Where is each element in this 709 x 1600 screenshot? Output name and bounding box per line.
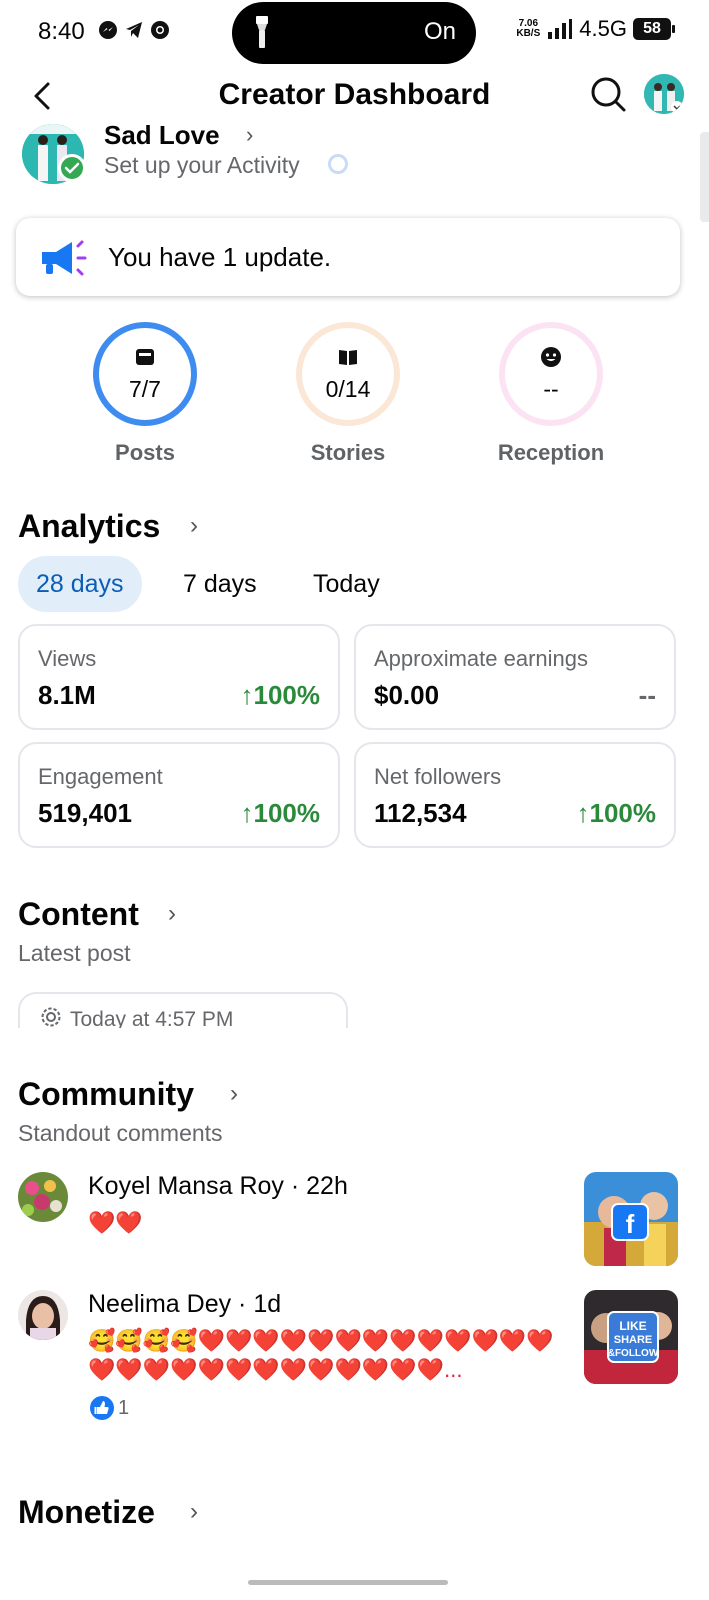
monetize-heading[interactable]: Monetize	[18, 1494, 155, 1531]
status-time: 8:40	[38, 18, 85, 45]
commenter-avatar[interactable]	[18, 1172, 68, 1222]
content-heading[interactable]: Content	[18, 896, 139, 933]
stat-card-net-followers[interactable]: Net followers 112,534 ↑100%	[354, 742, 676, 848]
comment-author[interactable]: Koyel Mansa Roy · 22h	[88, 1172, 348, 1201]
latest-post-card[interactable]: Today at 4:57 PM	[18, 992, 348, 1028]
chevron-right-icon[interactable]: ›	[168, 900, 176, 928]
comment-author[interactable]: Neelima Dey · 1d	[88, 1290, 281, 1319]
stat-change: ↑100%	[240, 680, 321, 710]
activity-progress-icon	[328, 154, 348, 174]
content-subtitle: Latest post	[18, 940, 131, 966]
stat-change: ↑100%	[240, 798, 321, 828]
posts-value: 7/7	[129, 376, 161, 402]
book-icon	[339, 350, 357, 365]
stat-change: ↑100%	[576, 798, 657, 828]
stat-card-earnings[interactable]: Approximate earnings $0.00 --	[354, 624, 676, 730]
stat-value: 8.1M	[38, 680, 96, 710]
stat-value: 519,401	[38, 798, 132, 828]
stories-ring[interactable]: 0/14 Stories	[278, 322, 418, 466]
status-right: 7.06 KB/S 4.5G 58	[515, 16, 675, 42]
posts-ring-circle: 7/7	[93, 322, 197, 426]
home-indicator[interactable]	[248, 1580, 448, 1585]
svg-text:&FOLLOW: &FOLLOW	[608, 1348, 659, 1359]
update-text: You have 1 update.	[108, 242, 332, 272]
comment-text: 🥰🥰🥰🥰❤️❤️❤️❤️❤️❤️❤️❤️❤️❤️❤️❤️❤️❤️❤️❤️❤️❤️…	[88, 1328, 554, 1382]
app-header: Creator Dashboard	[0, 66, 709, 126]
status-bar: 8:40 On 7.06 KB/S 4.5G 58	[0, 0, 709, 66]
chevron-right-icon: ›	[246, 122, 254, 147]
comment-item[interactable]: Neelima Dey · 1d 🥰🥰🥰🥰❤️❤️❤️❤️❤️❤️❤️❤️❤️❤…	[18, 1290, 678, 1430]
post-thumbnail-image: LIKE SHARE &FOLLOW	[584, 1290, 678, 1384]
stat-label: Approximate earnings	[374, 646, 589, 671]
post-thumbnail[interactable]: LIKE SHARE &FOLLOW	[584, 1290, 678, 1384]
stat-change: --	[638, 680, 656, 710]
community-heading[interactable]: Community	[18, 1076, 194, 1113]
svg-text:LIKE: LIKE	[619, 1319, 646, 1333]
telegram-icon	[124, 20, 144, 40]
commenter-avatar-image	[18, 1290, 68, 1340]
reception-ring-circle: --	[499, 322, 603, 426]
analytics-heading[interactable]: Analytics	[18, 508, 160, 545]
commenter-avatar[interactable]	[18, 1290, 68, 1340]
update-banner[interactable]: You have 1 update.	[16, 218, 680, 296]
battery-indicator: 58	[633, 18, 675, 40]
signal-icon	[548, 19, 573, 39]
like-icon	[90, 1396, 114, 1420]
stat-value: $0.00	[374, 680, 440, 710]
flashlight-pill[interactable]: On	[232, 2, 476, 64]
gear-icon	[41, 1007, 61, 1027]
chevron-right-icon[interactable]: ›	[190, 512, 198, 540]
chevron-right-icon[interactable]: ›	[230, 1080, 238, 1108]
stories-ring-circle: 0/14	[296, 322, 400, 426]
messenger-icon	[98, 20, 118, 40]
comment-text: ❤️❤️	[88, 1210, 143, 1235]
tab-today[interactable]: Today	[295, 556, 398, 612]
profile-name[interactable]: Sad Love	[104, 120, 220, 151]
stat-card-views[interactable]: Views 8.1M ↑100%	[18, 624, 340, 730]
search-icon[interactable]	[588, 74, 628, 114]
reception-label: Reception	[497, 440, 605, 465]
avatar-image	[644, 74, 684, 114]
post-icon	[136, 349, 154, 365]
stat-label: Engagement	[38, 764, 163, 789]
comment-item[interactable]: Koyel Mansa Roy · 22h ❤️❤️ f	[18, 1172, 678, 1272]
like-count: 1	[118, 1396, 130, 1419]
posts-ring[interactable]: 7/7 Posts	[75, 322, 215, 466]
svg-text:f: f	[626, 1209, 635, 1239]
network-type: 4.5G	[579, 16, 627, 41]
profile-row[interactable]: Sad Love › Set up your Activity	[22, 120, 682, 184]
stat-label: Net followers	[374, 764, 502, 789]
profile-subtitle[interactable]: Set up your Activity	[104, 152, 300, 179]
latest-post-time: Today at 4:57 PM	[70, 1008, 234, 1028]
stories-label: Stories	[310, 440, 386, 465]
side-panel-handle[interactable]	[700, 132, 709, 222]
posts-label: Posts	[115, 440, 175, 465]
chrome-icon	[150, 20, 170, 40]
tab-28-days[interactable]: 28 days	[18, 556, 142, 612]
reception-value: --	[543, 376, 559, 402]
stories-value: 0/14	[325, 376, 371, 402]
comment-reactions[interactable]: 1	[90, 1396, 129, 1420]
flashlight-icon	[256, 16, 268, 48]
stat-card-engagement[interactable]: Engagement 519,401 ↑100%	[18, 742, 340, 848]
svg-text:SHARE: SHARE	[614, 1334, 653, 1346]
network-speed: 7.06 KB/S	[515, 19, 541, 39]
post-thumbnail-image: f	[584, 1172, 678, 1266]
account-avatar[interactable]	[644, 74, 684, 114]
chevron-right-icon[interactable]: ›	[190, 1498, 198, 1526]
speed-unit: KB/S	[516, 28, 541, 39]
notification-icons	[98, 20, 170, 40]
community-subtitle: Standout comments	[18, 1120, 223, 1146]
stat-label: Views	[38, 646, 97, 671]
verified-check-icon	[58, 154, 86, 182]
post-thumbnail[interactable]: f	[584, 1172, 678, 1266]
reception-ring[interactable]: -- Reception	[481, 322, 621, 466]
commenter-avatar-image	[18, 1172, 68, 1222]
stat-value: 112,534	[374, 798, 467, 828]
smiley-icon	[541, 347, 561, 367]
megaphone-icon	[42, 240, 87, 276]
tab-7-days[interactable]: 7 days	[165, 556, 275, 612]
flashlight-state: On	[423, 18, 456, 45]
